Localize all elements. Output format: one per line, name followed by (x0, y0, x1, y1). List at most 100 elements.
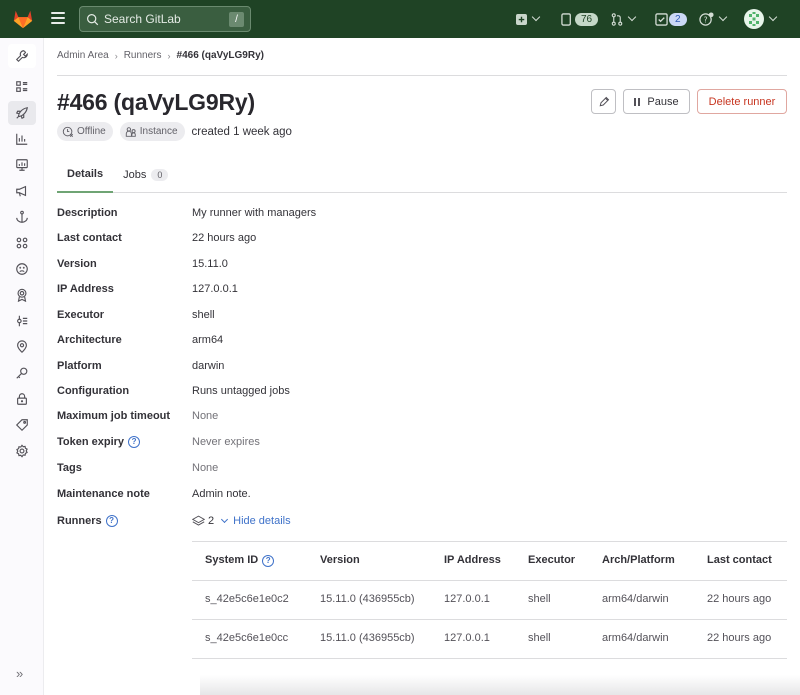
search-placeholder: Search GitLab (104, 12, 181, 26)
pencil-icon (599, 96, 609, 106)
detail-value: Runs untagged jobs (192, 385, 290, 397)
detail-label: Last contact (57, 232, 122, 244)
chevron-down-icon (718, 12, 728, 22)
chart-icon (16, 133, 28, 145)
table-cell: s_42e5c6e1e0c2 (205, 593, 289, 605)
sidebar-item-security[interactable] (8, 387, 36, 411)
table-cell: arm64/darwin (602, 632, 669, 644)
detail-value: 15.11.0 (192, 258, 228, 270)
monitor-icon (16, 159, 28, 171)
sidebar-item-geo[interactable] (8, 335, 36, 359)
detail-value: Admin note. (192, 488, 251, 500)
table-cell: arm64/darwin (602, 593, 669, 605)
table-divider (192, 541, 787, 542)
table-header: Executor (528, 554, 576, 566)
pause-button[interactable]: Pause (623, 89, 690, 114)
chevron-down-icon (531, 12, 541, 22)
sidebar-item-admin[interactable] (8, 44, 36, 68)
sidebar-item-settings[interactable] (8, 439, 36, 463)
gitlab-logo-icon[interactable] (12, 8, 34, 30)
table-cell: 22 hours ago (707, 593, 772, 605)
help-icon[interactable]: ? (128, 436, 141, 448)
search-input[interactable]: Search GitLab / (79, 6, 251, 32)
award-icon (17, 288, 27, 302)
breadcrumb-separator: › (114, 50, 118, 61)
hide-details-link[interactable]: Hide details (233, 515, 290, 527)
table-header: IP Address (444, 554, 501, 566)
menu-icon[interactable] (51, 12, 65, 26)
detail-value: None (192, 410, 219, 422)
detail-label: Version (57, 258, 97, 270)
page-title: #466 (qaVyLG9Ry) (57, 89, 255, 115)
sidebar-item-overview[interactable] (8, 75, 36, 99)
sidebar-item-deploy-keys[interactable] (8, 283, 36, 307)
jobs-count: 0 (151, 168, 169, 181)
help-icon[interactable]: ? (105, 515, 118, 527)
table-cell: 22 hours ago (707, 632, 772, 644)
help-button[interactable]: ? (699, 0, 728, 38)
detail-value: shell (192, 309, 215, 321)
detail-value: arm64 (192, 334, 224, 346)
todos-button[interactable]: 2 (655, 0, 687, 38)
table-divider (192, 658, 787, 659)
breadcrumb-separator: › (167, 50, 171, 61)
sidebar-item-labels-list[interactable] (8, 309, 36, 333)
help-icon: ? (699, 11, 714, 26)
runners-value: 2 Hide details (192, 515, 291, 527)
tab-details[interactable]: Details (57, 156, 114, 193)
detail-label: Runners? (57, 515, 118, 527)
table-cell: 127.0.0.1 (444, 593, 490, 605)
chevron-down-icon (627, 12, 637, 22)
sidebar-item-credentials[interactable] (8, 361, 36, 385)
delete-runner-button[interactable]: Delete runner (697, 89, 787, 114)
layers-icon (192, 515, 205, 526)
chevron-down-icon (768, 12, 778, 22)
create-new-button[interactable] (516, 0, 541, 38)
help-icon[interactable]: ? (262, 555, 275, 567)
created-time: created 1 week ago (191, 125, 292, 138)
table-cell: s_42e5c6e1e0cc (205, 632, 289, 644)
search-icon (87, 13, 99, 25)
detail-value: 127.0.0.1 (192, 283, 238, 295)
sidebar-item-applications[interactable] (8, 231, 36, 255)
todos-count: 2 (669, 12, 687, 26)
merge-requests-button[interactable] (611, 0, 637, 38)
tab-jobs[interactable]: Jobs 0 (113, 156, 178, 193)
edit-button[interactable] (591, 89, 616, 114)
sidebar-item-abuse-reports[interactable] (8, 257, 36, 281)
table-cell: 127.0.0.1 (444, 632, 490, 644)
sidebar-item-messages[interactable] (8, 179, 36, 203)
sidebar-item-analytics[interactable] (8, 127, 36, 151)
megaphone-icon (16, 185, 27, 197)
sidebar-item-ci-cd[interactable] (8, 101, 36, 125)
top-bar: Search GitLab / 76 2 ? (0, 0, 800, 38)
breadcrumb-current[interactable]: #466 (qaVyLG9Ry) (177, 50, 264, 61)
detail-value: darwin (192, 360, 225, 372)
breadcrumb-admin-area[interactable]: Admin Area (57, 50, 109, 61)
applications-icon (16, 237, 28, 249)
divider (57, 75, 787, 76)
clock-x-icon (62, 126, 74, 137)
sidebar-item-labels[interactable] (8, 413, 36, 437)
table-cell: 15.11.0 (436955cb) (320, 593, 415, 605)
table-cell: shell (528, 593, 551, 605)
pause-label: Pause (647, 95, 679, 108)
user-menu-button[interactable] (744, 0, 778, 38)
table-header: System ID? (205, 554, 275, 567)
pause-icon (634, 97, 641, 106)
collapse-sidebar-button[interactable]: » (16, 666, 23, 681)
table-header: Last contact (707, 554, 772, 566)
issues-button[interactable]: 76 (561, 0, 599, 38)
header-actions: Pause Delete runner (584, 89, 787, 114)
tabs: Details Jobs 0 (57, 156, 787, 193)
breadcrumb-runners[interactable]: Runners (124, 50, 162, 61)
table-cell: 15.11.0 (436955cb) (320, 632, 415, 644)
search-shortcut-key: / (229, 12, 244, 27)
sidebar-item-system-hooks[interactable] (8, 205, 36, 229)
table-header: Version (320, 554, 360, 566)
detail-label: Architecture (57, 334, 122, 346)
detail-label: Tags (57, 462, 82, 474)
detail-label: Maintenance note (57, 488, 150, 500)
issues-count: 76 (575, 12, 599, 26)
sidebar-item-monitoring[interactable] (8, 153, 36, 177)
